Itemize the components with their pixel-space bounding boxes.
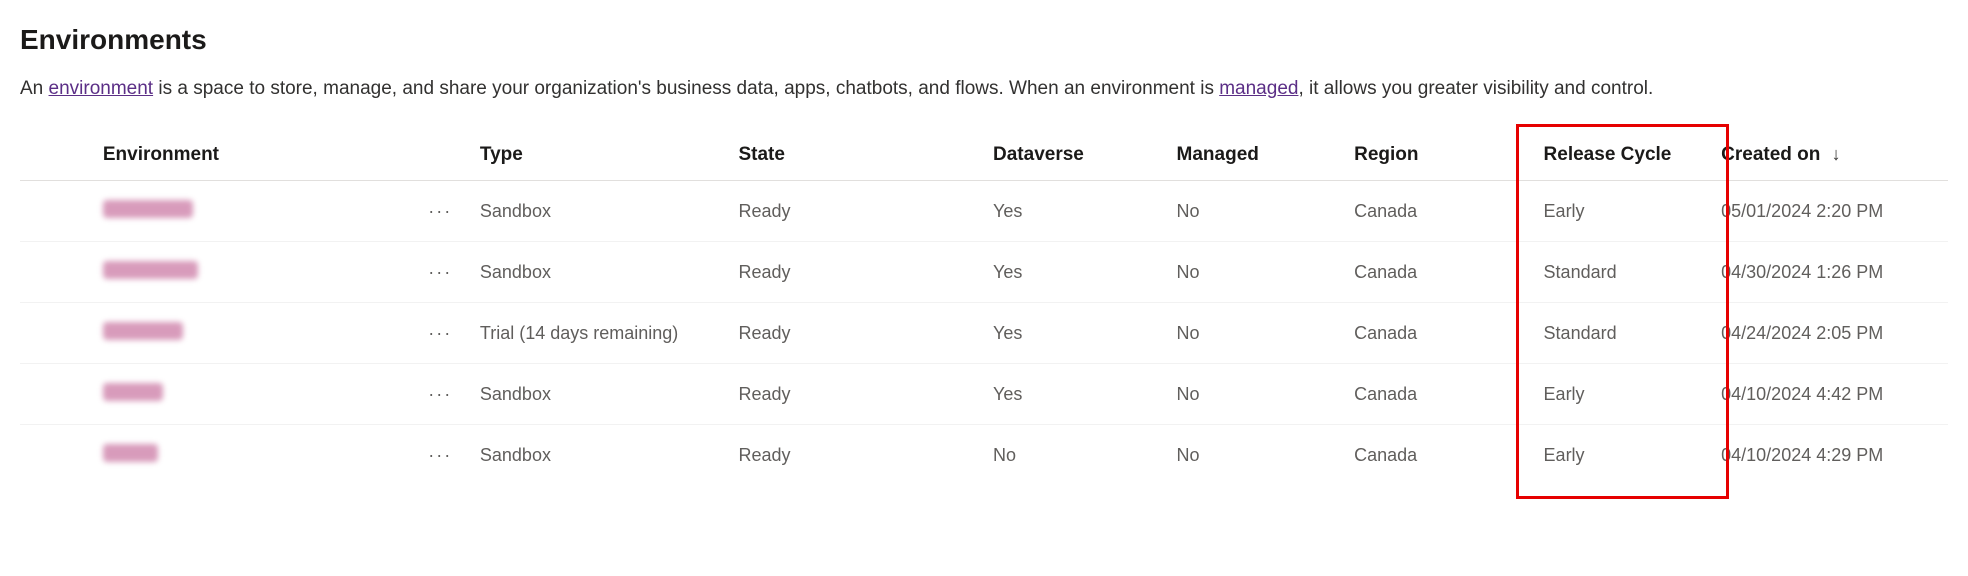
- created-on-cell: 05/01/2024 2:20 PM: [1711, 181, 1948, 242]
- col-type[interactable]: Type: [470, 130, 729, 181]
- dataverse-cell: Yes: [983, 181, 1167, 242]
- created-on-cell: 04/10/2024 4:42 PM: [1711, 364, 1948, 425]
- intro-text: An environment is a space to store, mana…: [20, 78, 1948, 100]
- environment-name-redacted: [103, 322, 183, 340]
- table-row[interactable]: ··· Sandbox Ready Yes No Canada Standard…: [20, 242, 1948, 303]
- row-more-button[interactable]: ···: [426, 258, 454, 286]
- state-cell: Ready: [728, 364, 983, 425]
- created-on-cell: 04/30/2024 1:26 PM: [1711, 242, 1948, 303]
- environment-name-cell[interactable]: [103, 242, 411, 303]
- col-release-cycle[interactable]: Release Cycle: [1534, 130, 1712, 181]
- region-cell: Canada: [1344, 303, 1533, 364]
- row-more-button[interactable]: ···: [426, 380, 454, 408]
- environment-name-cell[interactable]: [103, 181, 411, 242]
- environment-name-cell[interactable]: [103, 303, 411, 364]
- table-row[interactable]: ··· Sandbox Ready Yes No Canada Early 05…: [20, 181, 1948, 242]
- release-cycle-cell: Early: [1534, 181, 1712, 242]
- sort-descending-icon: ↓: [1832, 144, 1841, 165]
- region-cell: Canada: [1344, 364, 1533, 425]
- row-menu-cell: ···: [411, 181, 470, 242]
- release-cycle-cell: Early: [1534, 364, 1712, 425]
- row-select-cell[interactable]: [20, 181, 103, 242]
- col-environment[interactable]: Environment: [103, 130, 411, 181]
- environment-name-redacted: [103, 261, 198, 279]
- table-header-row: Environment Type State Dataverse Managed…: [20, 130, 1948, 181]
- region-cell: Canada: [1344, 425, 1533, 486]
- environment-name-cell[interactable]: [103, 364, 411, 425]
- state-cell: Ready: [728, 425, 983, 486]
- more-icon: ···: [428, 201, 452, 222]
- environment-name-cell[interactable]: [103, 425, 411, 486]
- environments-table: Environment Type State Dataverse Managed…: [20, 130, 1948, 485]
- page-title: Environments: [20, 24, 1948, 56]
- environment-name-redacted: [103, 444, 158, 462]
- intro-part1: An: [20, 78, 49, 99]
- col-select: [20, 130, 103, 181]
- more-icon: ···: [428, 384, 452, 405]
- table-row[interactable]: ··· Trial (14 days remaining) Ready Yes …: [20, 303, 1948, 364]
- release-cycle-cell: Standard: [1534, 303, 1712, 364]
- dataverse-cell: Yes: [983, 242, 1167, 303]
- row-more-button[interactable]: ···: [426, 197, 454, 225]
- release-cycle-cell: Standard: [1534, 242, 1712, 303]
- created-on-cell: 04/10/2024 4:29 PM: [1711, 425, 1948, 486]
- dataverse-cell: Yes: [983, 364, 1167, 425]
- table-row[interactable]: ··· Sandbox Ready Yes No Canada Early 04…: [20, 364, 1948, 425]
- managed-cell: No: [1167, 181, 1345, 242]
- release-cycle-cell: Early: [1534, 425, 1712, 486]
- row-menu-cell: ···: [411, 242, 470, 303]
- region-cell: Canada: [1344, 181, 1533, 242]
- col-created-on[interactable]: Created on ↓: [1711, 130, 1948, 181]
- row-menu-cell: ···: [411, 425, 470, 486]
- region-cell: Canada: [1344, 242, 1533, 303]
- row-menu-cell: ···: [411, 364, 470, 425]
- managed-cell: No: [1167, 425, 1345, 486]
- type-cell: Sandbox: [470, 364, 729, 425]
- type-cell: Sandbox: [470, 425, 729, 486]
- intro-part2: is a space to store, manage, and share y…: [153, 78, 1219, 99]
- col-managed[interactable]: Managed: [1167, 130, 1345, 181]
- col-dataverse[interactable]: Dataverse: [983, 130, 1167, 181]
- state-cell: Ready: [728, 181, 983, 242]
- environment-name-redacted: [103, 200, 193, 218]
- type-cell: Sandbox: [470, 242, 729, 303]
- col-state[interactable]: State: [728, 130, 983, 181]
- managed-cell: No: [1167, 303, 1345, 364]
- managed-cell: No: [1167, 364, 1345, 425]
- row-more-button[interactable]: ···: [426, 319, 454, 347]
- managed-link[interactable]: managed: [1219, 78, 1298, 99]
- environment-name-redacted: [103, 383, 163, 401]
- state-cell: Ready: [728, 242, 983, 303]
- row-select-cell[interactable]: [20, 303, 103, 364]
- environment-link[interactable]: environment: [49, 78, 154, 99]
- row-select-cell[interactable]: [20, 425, 103, 486]
- environments-table-wrap: Environment Type State Dataverse Managed…: [20, 130, 1948, 485]
- row-select-cell[interactable]: [20, 242, 103, 303]
- col-created-on-label: Created on: [1721, 144, 1820, 165]
- row-menu-cell: ···: [411, 303, 470, 364]
- row-more-button[interactable]: ···: [426, 441, 454, 469]
- type-cell: Sandbox: [470, 181, 729, 242]
- type-cell: Trial (14 days remaining): [470, 303, 729, 364]
- created-on-cell: 04/24/2024 2:05 PM: [1711, 303, 1948, 364]
- col-menu: [411, 130, 470, 181]
- row-select-cell[interactable]: [20, 364, 103, 425]
- managed-cell: No: [1167, 242, 1345, 303]
- more-icon: ···: [428, 445, 452, 466]
- state-cell: Ready: [728, 303, 983, 364]
- dataverse-cell: No: [983, 425, 1167, 486]
- intro-part3: , it allows you greater visibility and c…: [1298, 78, 1653, 99]
- more-icon: ···: [428, 323, 452, 344]
- col-region[interactable]: Region: [1344, 130, 1533, 181]
- more-icon: ···: [428, 262, 452, 283]
- dataverse-cell: Yes: [983, 303, 1167, 364]
- table-row[interactable]: ··· Sandbox Ready No No Canada Early 04/…: [20, 425, 1948, 486]
